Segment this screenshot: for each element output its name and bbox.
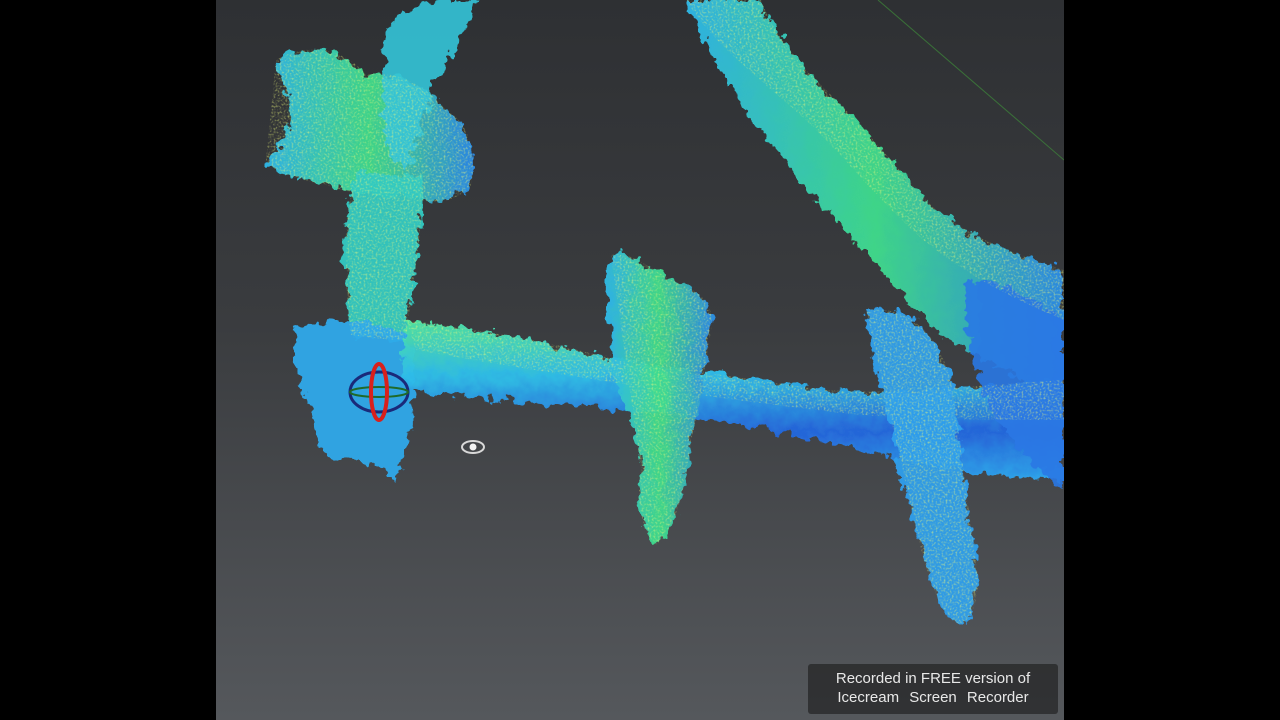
recorder-watermark: Recorded in FREE version of Icecream Scr… xyxy=(808,664,1058,714)
3d-viewport[interactable] xyxy=(216,0,1064,720)
watermark-line-2: Icecream Screen Recorder xyxy=(837,689,1029,706)
watermark-line-1: Recorded in FREE version of xyxy=(835,670,1031,687)
point-cloud-render xyxy=(266,0,1064,625)
screen-frame: Recorded in FREE version of Icecream Scr… xyxy=(0,0,1280,720)
eye-cursor-icon xyxy=(461,440,485,454)
axis-line xyxy=(877,0,1064,161)
